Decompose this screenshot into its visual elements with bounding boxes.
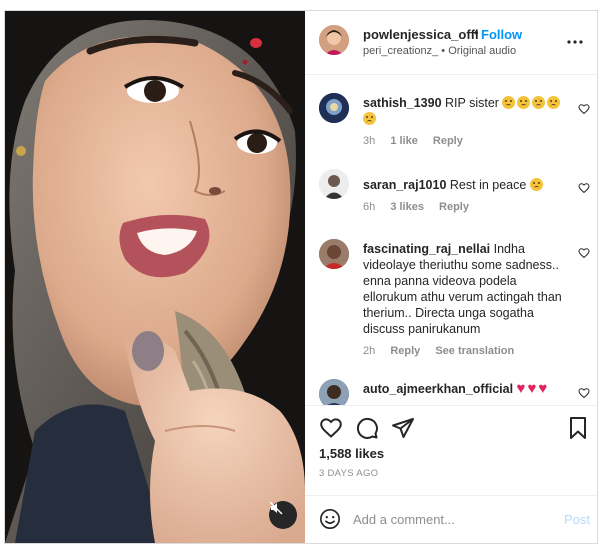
- post-actions-bar: [305, 405, 597, 451]
- comment-text: Rest in peace: [449, 178, 527, 192]
- sad-face-emoji: [363, 112, 376, 125]
- bookmark-icon[interactable]: [568, 416, 588, 440]
- reply-button[interactable]: Reply: [439, 201, 469, 213]
- comment-meta: 3h 1 like Reply: [363, 135, 475, 147]
- post-header: powlenjessica_offl • Follow peri_creatio…: [305, 11, 597, 75]
- comment-time[interactable]: 3h: [363, 135, 375, 147]
- paper-plane-icon[interactable]: [391, 416, 415, 440]
- comment-likes-count[interactable]: 3 likes: [390, 201, 424, 213]
- post-date[interactable]: 3 DAYS AGO: [319, 468, 378, 479]
- commenter-avatar-image: [319, 169, 349, 199]
- commenter-avatar[interactable]: [319, 93, 349, 123]
- comment-username[interactable]: auto_ajmeerkhan_official: [363, 382, 513, 396]
- post-side-panel: powlenjessica_offl • Follow peri_creatio…: [305, 11, 597, 543]
- comment-like-heart-icon[interactable]: [578, 182, 590, 194]
- heart-outline-icon[interactable]: [319, 416, 343, 440]
- comment-like-heart-icon[interactable]: [578, 387, 590, 399]
- comment-text: Indha videolaye theriuthu some sadness..…: [363, 242, 562, 336]
- smile-icon[interactable]: [319, 508, 341, 530]
- audio-attribution: peri_creationz_ • Original audio: [363, 45, 516, 57]
- add-comment-input[interactable]: [353, 508, 553, 530]
- author-avatar[interactable]: [319, 25, 349, 55]
- add-comment-bar: Post: [305, 495, 597, 543]
- comment-body: sathish_1390 RIP sister: [363, 95, 571, 127]
- reply-button[interactable]: Reply: [390, 345, 420, 357]
- mute-toggle-button[interactable]: [269, 501, 297, 529]
- see-translation-button[interactable]: See translation: [435, 345, 514, 357]
- comment-like-heart-icon[interactable]: [578, 247, 590, 259]
- comment-meta: 6h 3 likes Reply: [363, 201, 481, 213]
- reply-button[interactable]: Reply: [433, 135, 463, 147]
- comment-icon[interactable]: [355, 416, 379, 440]
- comment-time[interactable]: 6h: [363, 201, 375, 213]
- sad-face-emoji: [502, 96, 516, 109]
- commenter-avatar[interactable]: [319, 379, 349, 405]
- commenter-avatar[interactable]: [319, 239, 349, 269]
- audio-separator: •: [441, 45, 446, 57]
- comment-likes-count[interactable]: 1 like: [390, 135, 418, 147]
- sad-face-emoji: [532, 96, 546, 109]
- red-heart-emoji: ♥: [538, 380, 548, 397]
- sad-face-emoji: [529, 178, 543, 191]
- comment-meta: 2h Reply See translation: [363, 345, 526, 357]
- likes-count[interactable]: 1,588 likes: [319, 446, 384, 461]
- comment-like-heart-icon[interactable]: [578, 103, 590, 115]
- post-comment-button[interactable]: Post: [564, 512, 590, 527]
- header-separator: •: [474, 25, 479, 40]
- post-dialog: powlenjessica_offl • Follow peri_creatio…: [0, 0, 600, 550]
- more-horizontal-icon: [567, 40, 583, 44]
- commenter-avatar-image: [319, 239, 349, 269]
- comment-body: fascinating_raj_nellai Indha videolaye t…: [363, 241, 571, 337]
- sad-face-emoji: [547, 96, 561, 109]
- reel-video[interactable]: [5, 11, 305, 543]
- commenter-avatar-image: [319, 93, 349, 123]
- comment-time[interactable]: 2h: [363, 345, 375, 357]
- commenter-avatar-image: [319, 379, 349, 405]
- audio-username[interactable]: peri_creationz_: [363, 45, 438, 57]
- author-username[interactable]: powlenjessica_offl: [363, 27, 479, 42]
- speaker-muted-icon: [269, 501, 283, 515]
- red-heart-emoji: ♥: [516, 380, 526, 397]
- commenter-avatar[interactable]: [319, 169, 349, 199]
- red-heart-emoji: ♥: [527, 380, 537, 397]
- comment-username[interactable]: fascinating_raj_nellai: [363, 242, 490, 256]
- comment-text: RIP sister: [445, 96, 499, 110]
- comments-list[interactable]: sathish_1390 RIP sister 3h 1 like Reply: [305, 75, 597, 405]
- comment-username[interactable]: saran_raj1010: [363, 178, 446, 192]
- sad-face-emoji: [517, 96, 531, 109]
- comment-body: saran_raj1010 Rest in peace: [363, 177, 571, 193]
- video-frame-illustration: [5, 11, 305, 543]
- comment-username[interactable]: sathish_1390: [363, 96, 442, 110]
- author-avatar-image: [319, 25, 349, 55]
- more-options-button[interactable]: [567, 31, 583, 49]
- follow-button[interactable]: Follow: [481, 27, 522, 42]
- audio-label[interactable]: Original audio: [448, 45, 516, 57]
- comment-body: auto_ajmeerkhan_official ♥ ♥ ♥: [363, 381, 571, 397]
